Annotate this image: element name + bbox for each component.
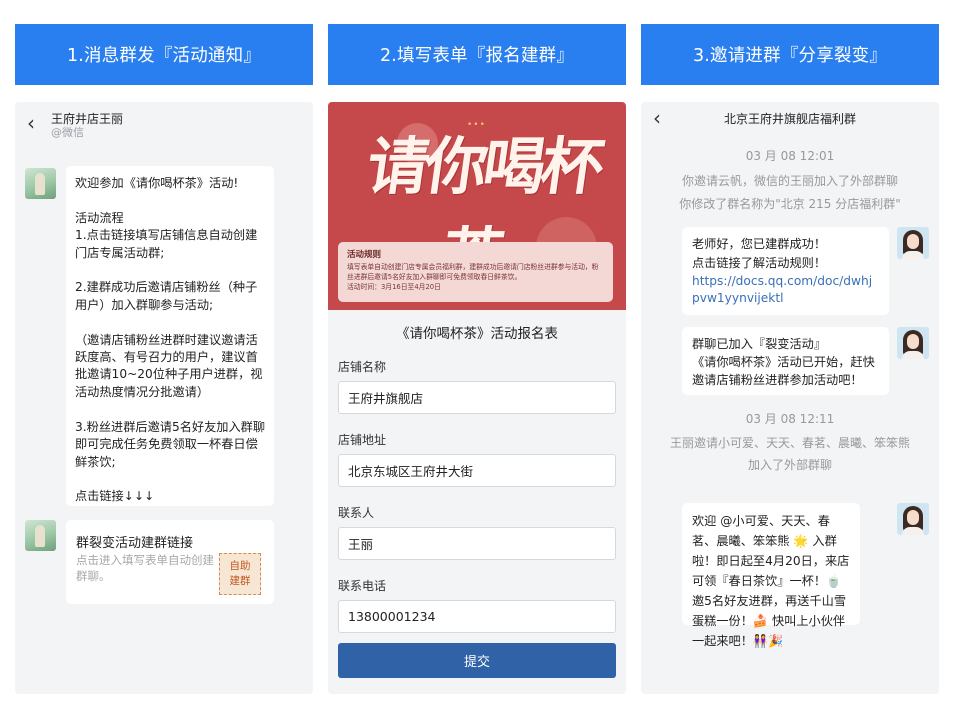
step-header: 3.邀请进群『分享裂变』: [641, 24, 939, 85]
rules-title: 活动规则: [347, 250, 382, 260]
timestamp: 03 月 08 12:11: [745, 412, 835, 426]
message-bubble: 群聊已加入『裂变活动』 《请你喝杯茶》活动已开始，赶快邀请店铺粉丝进群参加活动吧…: [682, 327, 889, 395]
back-arrow-icon[interactable]: ‹: [27, 113, 35, 133]
avatar[interactable]: [25, 520, 56, 551]
link-card[interactable]: 群裂变活动建群链接 点击进入填写表单自动创建群聊。 自助 建群: [66, 520, 274, 604]
submit-button[interactable]: 提交: [338, 643, 616, 678]
rules-body: 填写表单自动创建门店专属会员福利群，建群成功后邀请门店粉丝进群参与活动，粉丝进群…: [347, 263, 599, 291]
message-text: 欢迎 @小可爱、天天、春茗、晨曦、笨笨熊 🌟 入群啦！即日起至4月20日，来店可…: [692, 514, 850, 648]
system-message: 王丽邀请小可爱、天天、春茗、晨曦、笨笨熊: [669, 436, 910, 450]
message-text: 老师好，您已建群成功！ 点击链接了解活动规则！: [692, 237, 827, 270]
stamp-line: 自助: [229, 560, 251, 572]
rules-box: 活动规则 填写表单自动创建门店专属会员福利群，建群成功后邀请门店粉丝进群参与活动…: [338, 242, 613, 302]
avatar[interactable]: [897, 503, 929, 535]
system-message: 你修改了群名称为"北京 215 分店福利群": [679, 197, 901, 211]
message-bubble: 欢迎参加《请你喝杯茶》活动! 活动流程 1.点击链接填写店铺信息自动创建门店专属…: [66, 166, 274, 506]
chat-topbar: ‹ 王府井店王丽 @微信: [15, 102, 313, 154]
step-header: 2.填写表单『报名建群』: [328, 24, 626, 85]
timestamp: 03 月 08 12:01: [745, 149, 835, 163]
message-bubble: 老师好，您已建群成功！ 点击链接了解活动规则！ https://docs.qq.…: [682, 227, 889, 315]
step-header: 1.消息群发『活动通知』: [15, 24, 313, 85]
group-title: 北京王府井旗舰店福利群: [723, 112, 856, 126]
field-label-contact: 联系人: [338, 506, 375, 520]
form-panel: ••• 请你喝杯茶 活动规则 填写表单自动创建门店专属会员福利群，建群成功后邀请…: [328, 102, 626, 694]
link-card-description: 点击进入填写表单自动创建群聊。: [76, 553, 214, 583]
system-message: 你邀请云帆，微信的王丽加入了外部群聊: [681, 174, 898, 188]
stamp-line: 建群: [229, 575, 251, 587]
store-name-input[interactable]: 王府井旗舰店: [338, 381, 616, 414]
store-address-input[interactable]: 北京东城区王府井大街: [338, 454, 616, 487]
system-message: 加入了外部群聊: [747, 458, 832, 472]
avatar[interactable]: [897, 327, 929, 359]
self-service-stamp-icon: 自助 建群: [219, 553, 261, 595]
group-chat-panel: ‹ 北京王府井旗舰店福利群 03 月 08 12:01 你邀请云帆，微信的王丽加…: [641, 102, 939, 694]
field-label-store-address: 店铺地址: [338, 433, 387, 447]
link-card-title: 群裂变活动建群链接: [76, 536, 194, 551]
phone-input[interactable]: 13800001234: [338, 600, 616, 633]
avatar[interactable]: [25, 168, 56, 199]
event-poster: ••• 请你喝杯茶 活动规则 填写表单自动创建门店专属会员福利群，建群成功后邀请…: [328, 102, 626, 310]
contact-input[interactable]: 王丽: [338, 527, 616, 560]
chat-panel-wechat: ‹ 王府井店王丽 @微信 欢迎参加《请你喝杯茶》活动! 活动流程 1.点击链接填…: [15, 102, 313, 694]
form-title: 《请你喝杯茶》活动报名表: [396, 326, 558, 342]
field-label-phone: 联系电话: [338, 579, 387, 593]
doc-link[interactable]: https://docs.qq.com/doc/dwhjpvw1yynvijek…: [692, 273, 879, 307]
field-label-store-name: 店铺名称: [338, 360, 387, 374]
message-text: 欢迎参加《请你喝杯茶》活动! 活动流程 1.点击链接填写店铺信息自动创建门店专属…: [75, 176, 266, 504]
message-text: 群聊已加入『裂变活动』 《请你喝杯茶》活动已开始，赶快邀请店铺粉丝进群参加活动吧…: [692, 337, 875, 387]
contact-source: @微信: [51, 126, 84, 139]
message-bubble: 欢迎 @小可爱、天天、春茗、晨曦、笨笨熊 🌟 入群啦！即日起至4月20日，来店可…: [682, 503, 860, 648]
avatar[interactable]: [897, 227, 929, 259]
